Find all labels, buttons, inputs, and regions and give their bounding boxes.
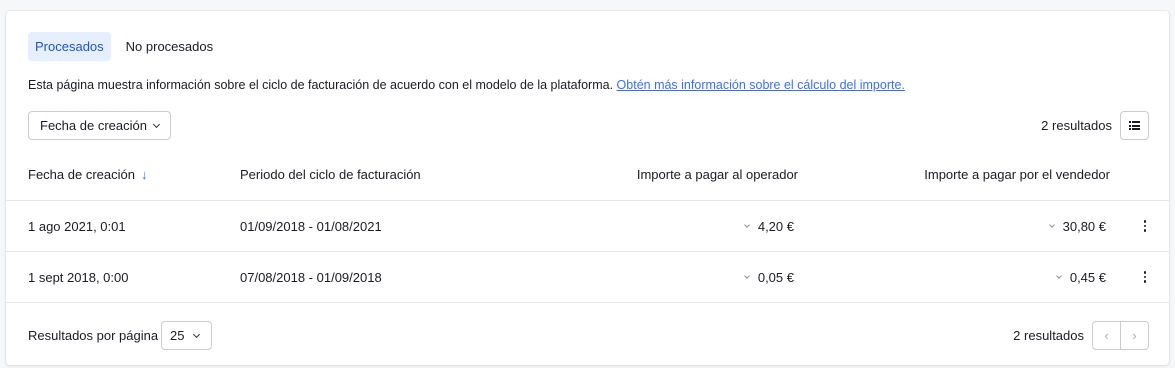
chevron-down-icon: [744, 273, 750, 279]
prev-page-icon[interactable]: ‹: [1093, 322, 1121, 349]
row-1-fecha: 1 ago 2021, 0:01: [28, 219, 126, 234]
next-page-icon[interactable]: ›: [1121, 322, 1148, 349]
chevron-down-icon: [193, 330, 201, 338]
tab-no-procesados[interactable]: No procesados: [119, 32, 220, 61]
chevron-down-icon: [1056, 273, 1062, 279]
row-1-operador[interactable]: 4,20 €: [744, 219, 794, 234]
divider: [6, 251, 1169, 252]
row-2-fecha: 1 sept 2018, 0:00: [28, 270, 129, 285]
column-header-periodo: Periodo del ciclo de facturación: [240, 167, 421, 182]
per-page-select[interactable]: 25: [161, 321, 212, 350]
divider: [6, 302, 1169, 303]
row-1-more-icon[interactable]: [1135, 216, 1155, 236]
row-2-more-icon[interactable]: [1135, 267, 1155, 287]
description-text: Esta página muestra información sobre el…: [28, 78, 614, 92]
row-1-vendedor[interactable]: 30,80 €: [1048, 219, 1106, 234]
column-header-fecha[interactable]: Fecha de creación ↓: [28, 167, 147, 182]
tabs: Procesados No procesados: [28, 32, 220, 61]
page-description: Esta página muestra información sobre el…: [28, 78, 905, 92]
chevron-down-icon: [1048, 222, 1055, 228]
learn-more-link[interactable]: Obtén más información sobre el cálculo d…: [617, 78, 905, 92]
row-2-operador[interactable]: 0,05 €: [744, 270, 794, 285]
row-2-periodo: 07/08/2018 - 01/09/2018: [240, 270, 382, 285]
row-2-vendedor[interactable]: 0,45 €: [1056, 270, 1106, 285]
chevron-down-icon: [744, 222, 750, 228]
per-page-label: Resultados por página: [28, 328, 159, 343]
arrow-down-icon: ↓: [140, 167, 148, 182]
tab-procesados[interactable]: Procesados: [28, 32, 111, 61]
view-options-button[interactable]: [1120, 111, 1149, 140]
row-1-periodo: 01/09/2018 - 01/08/2021: [240, 219, 382, 234]
results-count: 2 resultados: [1041, 118, 1112, 133]
filter-label: Fecha de creación: [40, 118, 147, 133]
chevron-down-icon: [152, 120, 160, 128]
pagination: ‹ ›: [1092, 321, 1149, 350]
divider: [6, 200, 1169, 201]
list-icon: [1129, 121, 1140, 130]
column-header-operador: Importe a pagar al operador: [636, 167, 798, 182]
billing-card: Procesados No procesados Esta página mue…: [6, 11, 1169, 365]
filter-fecha-button[interactable]: Fecha de creación: [28, 111, 171, 140]
column-header-vendedor: Importe a pagar por el vendedor: [924, 167, 1110, 182]
results-count-footer: 2 resultados: [1013, 328, 1084, 343]
